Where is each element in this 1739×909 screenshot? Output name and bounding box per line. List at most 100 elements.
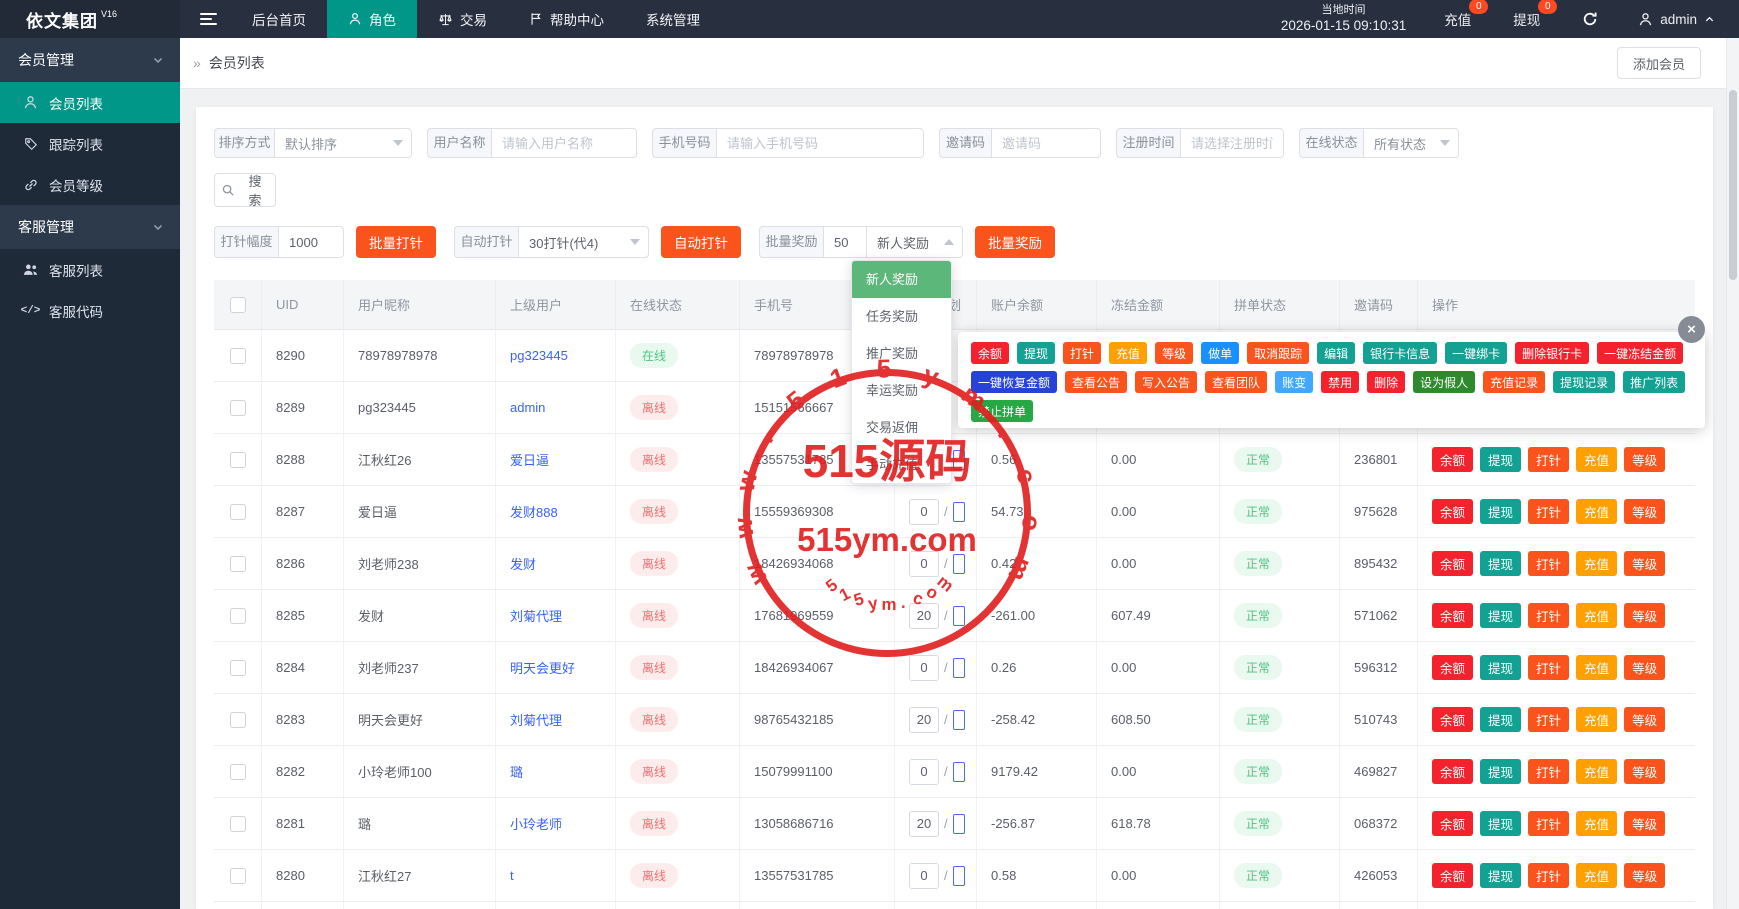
row-action-inject-button[interactable]: 打针 xyxy=(1528,863,1569,888)
row-checkbox[interactable] xyxy=(230,556,246,572)
nav-item-role[interactable]: 角色 xyxy=(327,0,417,38)
row-action-level-button[interactable]: 等级 xyxy=(1624,759,1665,784)
popup-delete-button[interactable]: 删除 xyxy=(1367,371,1405,393)
parent-user-link[interactable]: 刘菊代理 xyxy=(510,606,562,625)
refresh-icon[interactable] xyxy=(1582,11,1598,27)
reward-type-select[interactable]: 新人奖励 xyxy=(866,226,963,258)
nav-item-system[interactable]: 系统管理 xyxy=(625,0,721,38)
plan-count-input[interactable] xyxy=(909,499,939,525)
row-action-recharge-button[interactable]: 充值 xyxy=(1576,603,1617,628)
row-action-recharge-button[interactable]: 充值 xyxy=(1576,863,1617,888)
row-action-inject-button[interactable]: 打针 xyxy=(1528,447,1569,472)
row-action-withdraw-button[interactable]: 提现 xyxy=(1480,759,1521,784)
row-action-recharge-button[interactable]: 充值 xyxy=(1576,447,1617,472)
row-action-level-button[interactable]: 等级 xyxy=(1624,551,1665,576)
plan-target-box[interactable] xyxy=(953,866,965,886)
reward-option-0[interactable]: 新人奖励 xyxy=(852,261,951,298)
popup-bank-card-info-button[interactable]: 银行卡信息 xyxy=(1363,342,1437,364)
row-action-withdraw-button[interactable]: 提现 xyxy=(1480,603,1521,628)
plan-count-input[interactable] xyxy=(909,603,939,629)
plan-target-box[interactable] xyxy=(953,814,965,834)
row-action-withdraw-button[interactable]: 提现 xyxy=(1480,811,1521,836)
search-button[interactable]: 搜 索 xyxy=(214,173,276,207)
row-action-level-button[interactable]: 等级 xyxy=(1624,499,1665,524)
row-action-balance-button[interactable]: 余额 xyxy=(1432,655,1473,680)
plan-target-box[interactable] xyxy=(953,502,965,522)
batch-reward-button[interactable]: 批量奖励 xyxy=(975,226,1055,258)
sidebar-group-service-manage[interactable]: 客服管理 xyxy=(0,205,180,249)
vertical-scrollbar[interactable] xyxy=(1726,38,1739,909)
close-icon[interactable]: × xyxy=(1678,316,1705,343)
parent-user-link[interactable]: 发财888 xyxy=(510,502,558,521)
row-action-level-button[interactable]: 等级 xyxy=(1624,603,1665,628)
row-action-withdraw-button[interactable]: 提现 xyxy=(1480,863,1521,888)
nav-item-home[interactable]: 后台首页 xyxy=(231,0,327,38)
row-action-balance-button[interactable]: 余额 xyxy=(1432,447,1473,472)
plan-count-input[interactable] xyxy=(909,551,939,577)
select-all-checkbox[interactable] xyxy=(230,297,246,313)
popup-recharge-records-button[interactable]: 充值记录 xyxy=(1483,371,1545,393)
parent-user-link[interactable]: pg323445 xyxy=(510,348,568,363)
row-action-recharge-button[interactable]: 充值 xyxy=(1576,707,1617,732)
plan-target-box[interactable] xyxy=(953,658,965,678)
sidebar-item-track-list[interactable]: 跟踪列表 xyxy=(0,123,180,164)
row-action-balance-button[interactable]: 余额 xyxy=(1432,707,1473,732)
row-action-withdraw-button[interactable]: 提现 xyxy=(1480,551,1521,576)
row-action-withdraw-button[interactable]: 提现 xyxy=(1480,499,1521,524)
parent-user-link[interactable]: admin xyxy=(510,400,545,415)
popup-cancel-track-button[interactable]: 取消跟踪 xyxy=(1247,342,1309,364)
popup-forbid-group-order-button[interactable]: 禁止拼单 xyxy=(971,400,1033,422)
row-action-inject-button[interactable]: 打针 xyxy=(1528,499,1569,524)
plan-count-input[interactable] xyxy=(909,811,939,837)
plan-count-input[interactable] xyxy=(909,759,939,785)
add-member-button[interactable]: 添加会员 xyxy=(1617,47,1701,79)
plan-target-box[interactable] xyxy=(953,762,965,782)
popup-account-change-button[interactable]: 账变 xyxy=(1275,371,1313,393)
batch-inject-button[interactable]: 批量打针 xyxy=(356,226,436,258)
popup-view-team-button[interactable]: 查看团队 xyxy=(1205,371,1267,393)
auto-inject-select[interactable]: 30打针(代4) xyxy=(518,226,649,258)
row-action-level-button[interactable]: 等级 xyxy=(1624,447,1665,472)
menu-toggle-icon[interactable] xyxy=(200,13,217,25)
batch-reward-input[interactable] xyxy=(823,226,867,258)
inject-range-input[interactable] xyxy=(278,226,344,258)
filter-register-time-input[interactable] xyxy=(1180,128,1284,158)
admin-menu[interactable]: admin xyxy=(1638,12,1715,27)
filter-sort-select[interactable]: 默认排序 xyxy=(274,128,412,158)
popup-recharge-button[interactable]: 充值 xyxy=(1109,342,1147,364)
popup-withdraw-records-button[interactable]: 提现记录 xyxy=(1553,371,1615,393)
row-checkbox[interactable] xyxy=(230,608,246,624)
popup-write-notice-button[interactable]: 写入公告 xyxy=(1135,371,1197,393)
row-action-withdraw-button[interactable]: 提现 xyxy=(1480,447,1521,472)
popup-freeze-amount-button[interactable]: 一键冻结金额 xyxy=(1597,342,1683,364)
row-checkbox[interactable] xyxy=(230,868,246,884)
row-action-balance-button[interactable]: 余额 xyxy=(1432,759,1473,784)
row-action-balance-button[interactable]: 余额 xyxy=(1432,499,1473,524)
plan-target-box[interactable] xyxy=(953,606,965,626)
row-action-balance-button[interactable]: 余额 xyxy=(1432,603,1473,628)
row-checkbox[interactable] xyxy=(230,348,246,364)
row-action-inject-button[interactable]: 打针 xyxy=(1528,811,1569,836)
row-action-inject-button[interactable]: 打针 xyxy=(1528,655,1569,680)
parent-user-link[interactable]: 璐 xyxy=(510,762,523,781)
sidebar-item-member-level[interactable]: 会员等级 xyxy=(0,164,180,205)
filter-username-input[interactable] xyxy=(491,128,637,158)
nav-item-help[interactable]: 帮助中心 xyxy=(508,0,625,38)
popup-restore-amount-button[interactable]: 一键恢复金额 xyxy=(971,371,1057,393)
row-action-withdraw-button[interactable]: 提现 xyxy=(1480,655,1521,680)
row-checkbox[interactable] xyxy=(230,504,246,520)
row-action-recharge-button[interactable]: 充值 xyxy=(1576,655,1617,680)
row-action-recharge-button[interactable]: 充值 xyxy=(1576,811,1617,836)
sidebar-item-service-code[interactable]: </>客服代码 xyxy=(0,290,180,331)
nav-item-trade[interactable]: 交易 xyxy=(417,0,508,38)
row-checkbox[interactable] xyxy=(230,712,246,728)
popup-withdraw-button[interactable]: 提现 xyxy=(1017,342,1055,364)
parent-user-link[interactable]: 发财 xyxy=(510,554,536,573)
sidebar-item-member-list[interactable]: 会员列表 xyxy=(0,82,180,123)
parent-user-link[interactable]: t xyxy=(510,868,514,883)
popup-quick-bind-card-button[interactable]: 一键绑卡 xyxy=(1445,342,1507,364)
row-action-recharge-button[interactable]: 充值 xyxy=(1576,551,1617,576)
row-action-inject-button[interactable]: 打针 xyxy=(1528,603,1569,628)
popup-inject-button[interactable]: 打针 xyxy=(1063,342,1101,364)
popup-level-button[interactable]: 等级 xyxy=(1155,342,1193,364)
